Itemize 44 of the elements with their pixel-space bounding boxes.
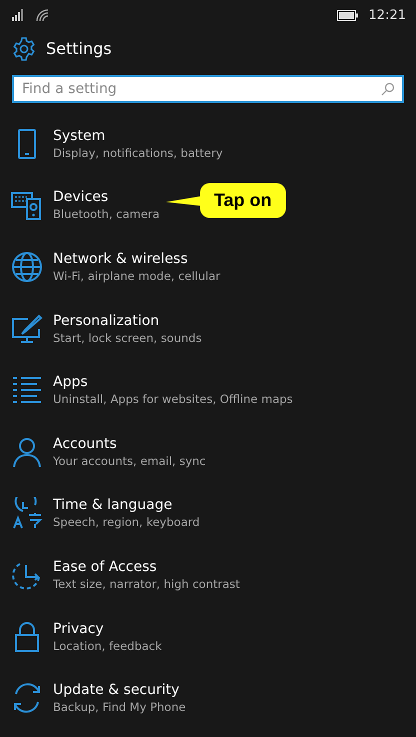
item-subtitle: Speech, region, keyboard	[53, 515, 200, 530]
wifi-icon	[36, 8, 50, 22]
item-subtitle: Display, notifications, battery	[53, 146, 223, 160]
item-subtitle: Location, feedback	[53, 638, 162, 653]
item-title: Personalization	[53, 312, 160, 329]
item-subtitle: Uninstall, Apps for websites, Offline maps	[53, 392, 293, 406]
language-icon	[10, 497, 42, 530]
page-title: Settings	[46, 39, 112, 58]
settings-item[interactable]: Personalization Start, lock screen, sounds	[0, 298, 416, 360]
callout-label: Tap on	[200, 183, 286, 218]
item-subtitle: Your accounts, email, sync	[53, 454, 206, 468]
keyboard-speaker-icon	[10, 189, 42, 222]
settings-item[interactable]: Privacy Location, feedback	[0, 606, 416, 668]
settings-item[interactable]: Devices Bluetooth, camera Tap on	[0, 174, 416, 236]
item-subtitle: Text size, narrator, high contrast	[53, 576, 240, 591]
settings-item[interactable]: Time & language Speech, region, keyboard	[0, 482, 416, 544]
settings-item[interactable]: Network & wireless Wi-Fi, airplane mode, cellular	[0, 236, 416, 298]
item-title: Time & language	[53, 497, 174, 514]
item-subtitle: Backup, Find My Phone	[53, 700, 186, 714]
search-field[interactable]: Find a setting	[12, 75, 404, 103]
person-icon	[10, 436, 42, 468]
signal-icon	[12, 9, 26, 21]
item-subtitle: Bluetooth, camera	[53, 207, 160, 222]
monitor-brush-icon	[10, 312, 42, 345]
item-title: Apps	[53, 374, 89, 390]
item-title: Accounts	[53, 436, 118, 452]
clock-time: 12:21	[368, 8, 406, 22]
item-title: Devices	[53, 189, 110, 206]
settings-item[interactable]: Ease of Access Text size, narrator, high contrast	[0, 544, 416, 606]
search-icon[interactable]	[381, 82, 395, 96]
settings-item[interactable]: Update & security Backup, Find My Phone	[0, 667, 416, 729]
item-title: Network & wireless	[53, 250, 189, 267]
settings-item[interactable]: Accounts Your accounts, email, sync	[0, 420, 416, 483]
item-title: Privacy	[53, 620, 105, 637]
item-title: System	[53, 128, 106, 144]
globe-icon	[10, 250, 42, 283]
item-title: Update & security	[53, 682, 180, 698]
item-subtitle: Start, lock screen, sounds	[53, 330, 202, 345]
settings-icon	[12, 36, 36, 60]
item-title: Ease of Access	[53, 558, 158, 575]
item-subtitle: Wi-Fi, airplane mode, cellular	[53, 268, 220, 283]
battery-icon	[336, 10, 359, 20]
settings-item[interactable]: System Display, notifications, battery	[0, 113, 416, 175]
settings-item[interactable]: Apps Uninstall, Apps for websites, Offline maps	[0, 359, 416, 421]
